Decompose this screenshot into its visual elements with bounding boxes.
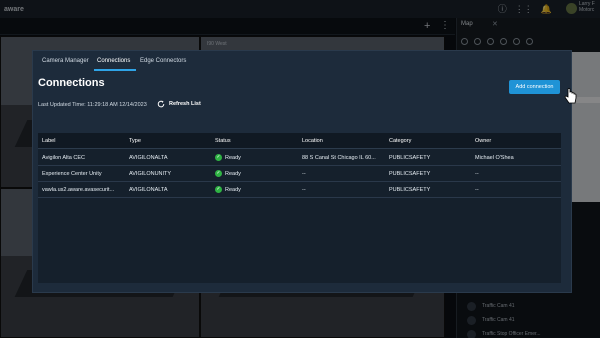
cell-status: Ready [225,187,241,193]
column-header-status[interactable]: Status [215,138,231,144]
cell-category: PUBLICSAFETY [389,171,431,177]
table-row[interactable]: Experience Center Unity AVIGILONUNITY ✓ … [38,166,561,182]
table-row[interactable]: vawla.us2.aware.avasecurit... AVIGILONAL… [38,182,561,198]
connections-table: Label Type Status Location Category Owne… [38,133,561,283]
cell-owner: -- [475,187,479,193]
cell-label: vawla.us2.aware.avasecurit... [42,187,115,193]
tab-connections[interactable]: Connections [97,58,130,64]
column-header-location[interactable]: Location [302,138,323,144]
cell-category: PUBLICSAFETY [389,187,431,193]
tab-camera-manager[interactable]: Camera Manager [42,58,89,64]
active-tab-indicator [94,69,136,71]
cell-status: Ready [225,171,241,177]
modal-tabs: Camera Manager Connections Edge Connecto… [33,51,571,71]
column-header-owner[interactable]: Owner [475,138,491,144]
refresh-list-button[interactable]: Refresh List [157,100,201,108]
column-header-category[interactable]: Category [389,138,411,144]
refresh-list-label: Refresh List [169,101,201,107]
table-header: Label Type Status Location Category Owne… [38,133,561,149]
cell-location: 88 S Canal St Chicago IL 60... [302,155,376,161]
check-circle-icon: ✓ [215,154,222,161]
cell-type: AVIGILONALTA [129,155,168,161]
cell-owner: -- [475,171,479,177]
add-connection-button[interactable]: Add connection [509,80,560,94]
cell-label: Experience Center Unity [42,171,102,177]
cell-location: -- [302,171,306,177]
cell-type: AVIGILONUNITY [129,171,172,177]
tab-edge-connectors[interactable]: Edge Connectors [140,58,186,64]
connections-modal: Camera Manager Connections Edge Connecto… [33,51,577,292]
column-header-label[interactable]: Label [42,138,55,144]
check-circle-icon: ✓ [215,186,222,193]
column-header-type[interactable]: Type [129,138,141,144]
cell-type: AVIGILONALTA [129,187,168,193]
cell-owner: Michael O'Shea [475,155,514,161]
hand-cursor-icon [564,88,577,104]
refresh-icon [157,100,165,108]
last-updated-text: Last Updated Time: 11:29:18 AM 12/14/202… [38,102,147,108]
page-title: Connections [38,77,105,89]
check-circle-icon: ✓ [215,170,222,177]
cell-location: -- [302,187,306,193]
cell-category: PUBLICSAFETY [389,155,431,161]
table-row[interactable]: Avigilon Alta CEC AVIGILONALTA ✓ Ready 8… [38,150,561,166]
cell-label: Avigilon Alta CEC [42,155,86,161]
cell-status: Ready [225,155,241,161]
